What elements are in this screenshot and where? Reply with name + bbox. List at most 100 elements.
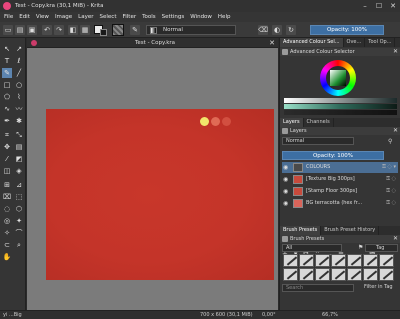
brush-preset-thumb[interactable] — [331, 254, 346, 267]
fill-pattern-icon[interactable]: ▦ — [80, 25, 90, 35]
shade-strip-1[interactable] — [284, 98, 397, 103]
brush-preset-thumb[interactable] — [315, 254, 330, 267]
layer-row[interactable]: ◉ [Texture Big 300ps] ⚿ ◌ — [282, 174, 398, 185]
filter-in-tag-checkbox[interactable]: Filter in Tag — [364, 284, 393, 290]
hue-ring[interactable] — [320, 60, 356, 96]
status-rotation[interactable]: 0,00° — [262, 312, 276, 318]
menu-image[interactable]: Image — [55, 14, 72, 20]
brush-tag-select[interactable]: Tag — [365, 244, 398, 252]
outline-select-tool-icon[interactable]: ◎ — [2, 216, 12, 226]
reference-images-tool-icon[interactable]: ⌧ — [2, 192, 12, 202]
brush-preset-thumb[interactable] — [299, 254, 314, 267]
brush-preset-thumb[interactable] — [315, 268, 330, 281]
menu-edit[interactable]: Edit — [19, 14, 30, 20]
brush-preset-thumb[interactable] — [379, 254, 394, 267]
move-tool-icon[interactable]: ✥ — [2, 142, 12, 152]
preserve-alpha-icon[interactable]: ◐ — [272, 25, 282, 35]
eraser-icon[interactable]: ⌫ — [258, 25, 268, 35]
brush-preset-thumb[interactable] — [347, 268, 362, 281]
visibility-eye-icon[interactable]: ◉ — [283, 164, 288, 171]
measure-tool-icon[interactable]: ⊿ — [14, 180, 24, 190]
minimize-button[interactable]: – — [358, 0, 372, 12]
colorize-mask-tool-icon[interactable]: ◩ — [14, 154, 24, 164]
menu-select[interactable]: Select — [100, 14, 117, 20]
polyline-tool-icon[interactable]: ⌇ — [14, 92, 24, 102]
layer-lock-icons[interactable]: ⚿ ◌ — [386, 200, 396, 206]
document-tab[interactable]: Test - Copy.kra ✕ — [27, 38, 278, 48]
menu-view[interactable]: View — [36, 14, 49, 20]
dynamic-brush-tool-icon[interactable]: ✒ — [2, 116, 12, 126]
background-color-swatch[interactable] — [100, 29, 107, 36]
polygon-select-tool-icon[interactable]: ⬡ — [14, 204, 24, 214]
ellipse-select-tool-icon[interactable]: ◌ — [2, 204, 12, 214]
layer-lock-icons[interactable]: ⚿ ◌ — [386, 188, 396, 194]
painting-layer[interactable] — [46, 109, 274, 280]
crop-tool-icon[interactable]: ⌗ — [2, 130, 12, 140]
fill-tool-icon[interactable]: ◈ — [14, 166, 24, 176]
brush-editor-icon[interactable]: ✎ — [130, 25, 140, 35]
opacity-slider[interactable]: Opacity: 100% — [310, 25, 384, 35]
tab-brush-preset-history[interactable]: Brush Preset History — [321, 226, 380, 235]
menu-window[interactable]: Window — [190, 14, 212, 20]
menu-filter[interactable]: Filter — [122, 14, 136, 20]
layer-row[interactable]: ◉ [Stamp Floor 300ps] ⚿ ◌ — [282, 186, 398, 197]
open-folder-icon[interactable]: ▤ — [15, 25, 25, 35]
line-tool-icon[interactable]: ╱ — [14, 68, 24, 78]
brush-preset-thumb[interactable] — [283, 268, 298, 281]
brush-preset-thumb[interactable] — [363, 254, 378, 267]
shade-strip-3[interactable] — [284, 110, 397, 115]
tab-overview[interactable]: Ove... — [344, 38, 366, 47]
menu-settings[interactable]: Settings — [162, 14, 185, 20]
layer-blend-mode-select[interactable]: Normal — [282, 137, 354, 145]
visibility-eye-icon[interactable]: ◉ — [283, 200, 288, 207]
brush-close-icon[interactable]: ✕ — [393, 235, 398, 243]
shade-strip-2[interactable] — [284, 104, 397, 109]
layer-opacity-slider[interactable]: Opacity: 100% — [282, 151, 384, 160]
visibility-eye-icon[interactable]: ◉ — [283, 176, 288, 183]
new-document-icon[interactable]: ▭ — [3, 25, 13, 35]
layer-lock-icons[interactable]: ⚿ ◌ ▾ — [382, 164, 396, 170]
select-shapes-tool-icon[interactable]: ↖ — [2, 44, 12, 54]
brush-preset-thumb[interactable] — [331, 268, 346, 281]
brush-preset-button[interactable] — [112, 24, 124, 36]
brush-preset-thumb[interactable] — [347, 254, 362, 267]
menu-layer[interactable]: Layer — [78, 14, 93, 20]
maximize-button[interactable]: ☐ — [372, 0, 386, 12]
menu-file[interactable]: File — [4, 14, 13, 20]
close-button[interactable]: ✕ — [386, 0, 400, 12]
transform-tool-icon[interactable]: ⤡ — [14, 130, 24, 140]
visibility-eye-icon[interactable]: ◉ — [283, 188, 288, 195]
bezier-select-tool-icon[interactable]: ⌒ — [14, 228, 24, 238]
redo-icon[interactable]: ↷ — [54, 25, 64, 35]
saturation-value-square[interactable] — [330, 70, 346, 86]
contiguous-select-tool-icon[interactable]: ✦ — [14, 216, 24, 226]
tab-layers[interactable]: Layers — [280, 118, 304, 127]
freehand-path-tool-icon[interactable]: 〰 — [14, 104, 24, 114]
close-document-icon[interactable]: ✕ — [269, 39, 275, 47]
similar-select-tool-icon[interactable]: ✧ — [2, 228, 12, 238]
text-tool-icon[interactable]: T — [2, 56, 12, 66]
reload-preset-icon[interactable]: ↻ — [286, 25, 296, 35]
brush-preset-thumb[interactable] — [363, 268, 378, 281]
rect-select-tool-icon[interactable]: ⬚ — [14, 192, 24, 202]
brush-search-input[interactable]: Search — [282, 284, 354, 292]
advanced-colour-selector[interactable] — [280, 56, 400, 124]
color-picker-tool-icon[interactable]: ⁄ — [2, 154, 12, 164]
polygon-tool-icon[interactable]: ⬠ — [2, 92, 12, 102]
layer-row[interactable]: ◉ COLOURS ⚿ ◌ ▾ — [282, 162, 398, 173]
smart-patch-tool-icon[interactable]: ◫ — [2, 166, 12, 176]
layer-filter-icon[interactable]: ⚲ — [388, 138, 392, 145]
tab-brush-presets[interactable]: Brush Presets — [280, 226, 322, 235]
freehand-brush-tool-icon[interactable]: ✎ — [2, 68, 12, 78]
gradient-icon[interactable]: ◧ — [68, 25, 78, 35]
brush-preset-thumb[interactable] — [283, 254, 298, 267]
tab-channels[interactable]: Channels — [304, 118, 334, 127]
layer-lock-icons[interactable]: ⚿ ◌ — [386, 176, 396, 182]
layer-row[interactable]: ◉ BG terracotta (hex fr... ⚿ ◌ — [282, 198, 398, 209]
brush-filter-select[interactable]: All — [282, 244, 342, 252]
save-icon[interactable]: ▣ — [27, 25, 37, 35]
layers-close-icon[interactable]: ✕ — [393, 127, 398, 135]
pan-tool-icon[interactable]: ✋ — [2, 252, 12, 262]
blend-mode-select[interactable]: Normal — [146, 25, 236, 35]
gradient-tool-icon[interactable]: ▤ — [14, 142, 24, 152]
